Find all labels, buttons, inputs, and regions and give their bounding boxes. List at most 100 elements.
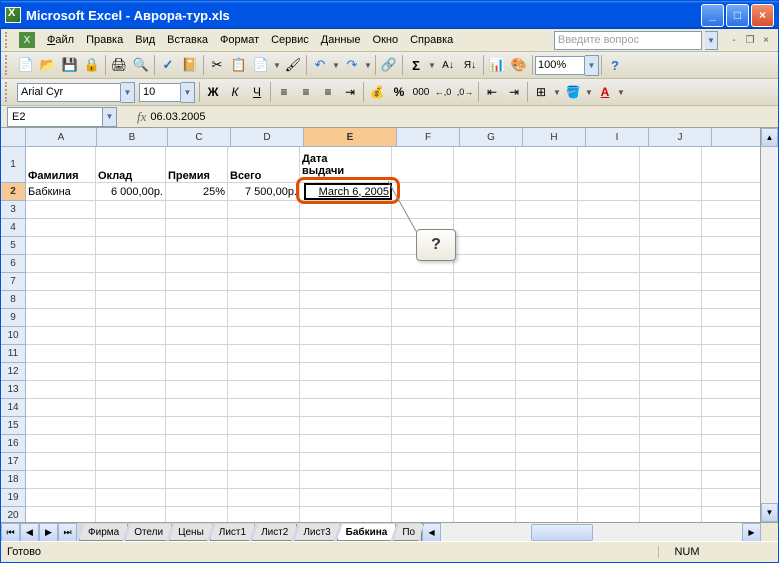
cell[interactable]	[516, 183, 578, 200]
cell[interactable]	[96, 381, 166, 398]
cell[interactable]	[228, 255, 300, 272]
row-header[interactable]: 12	[1, 363, 25, 381]
cell[interactable]	[578, 471, 640, 488]
cell[interactable]	[392, 273, 454, 290]
italic-button[interactable]: К	[224, 81, 246, 103]
cell[interactable]	[166, 435, 228, 452]
cell[interactable]	[392, 291, 454, 308]
cell[interactable]	[228, 363, 300, 380]
tab-nav-next[interactable]: ▶	[39, 523, 58, 542]
cell[interactable]	[166, 417, 228, 434]
cell[interactable]	[26, 309, 96, 326]
cell[interactable]	[516, 147, 578, 182]
cell[interactable]	[578, 489, 640, 506]
cell[interactable]	[578, 309, 640, 326]
cell[interactable]	[392, 183, 454, 200]
row-header[interactable]: 18	[1, 471, 25, 489]
col-header[interactable]: D	[231, 128, 304, 146]
cell[interactable]	[392, 255, 454, 272]
name-box[interactable]: E2	[7, 107, 103, 127]
open-button[interactable]: 📂	[37, 54, 59, 76]
redo-button[interactable]: ↷	[341, 54, 363, 76]
cell[interactable]	[228, 417, 300, 434]
cell[interactable]: Фамилия	[26, 147, 96, 182]
cell[interactable]	[26, 381, 96, 398]
sheet-tab[interactable]: Цены	[169, 524, 213, 541]
select-all-corner[interactable]	[1, 128, 25, 147]
cell[interactable]	[454, 147, 516, 182]
cell[interactable]	[454, 219, 516, 236]
cell[interactable]	[454, 363, 516, 380]
cell[interactable]	[640, 291, 702, 308]
row-header[interactable]: 6	[1, 255, 25, 273]
borders-dropdown[interactable]: ▼	[552, 88, 562, 97]
cell[interactable]	[166, 219, 228, 236]
cell[interactable]	[228, 309, 300, 326]
cell[interactable]	[26, 453, 96, 470]
row-header[interactable]: 11	[1, 345, 25, 363]
cell[interactable]	[392, 489, 454, 506]
cell[interactable]	[392, 327, 454, 344]
fill-dropdown[interactable]: ▼	[584, 88, 594, 97]
cell[interactable]	[228, 453, 300, 470]
cell[interactable]	[96, 255, 166, 272]
cell[interactable]	[640, 417, 702, 434]
col-header[interactable]: H	[523, 128, 586, 146]
cell[interactable]	[640, 273, 702, 290]
cell[interactable]	[516, 255, 578, 272]
row-header[interactable]: 10	[1, 327, 25, 345]
cell[interactable]	[516, 237, 578, 254]
format-painter-button[interactable]: 🖌	[282, 54, 304, 76]
cell[interactable]	[26, 363, 96, 380]
cell[interactable]	[454, 381, 516, 398]
row-header[interactable]: 19	[1, 489, 25, 507]
cell[interactable]	[516, 417, 578, 434]
size-box[interactable]: 10	[139, 83, 181, 102]
row-header[interactable]: 2	[1, 183, 25, 201]
cell[interactable]	[228, 201, 300, 218]
menu-window[interactable]: Окно	[367, 32, 405, 48]
col-header[interactable]: C	[168, 128, 231, 146]
cell[interactable]	[228, 237, 300, 254]
merge-center-button[interactable]: ⇥	[339, 81, 361, 103]
tab-nav-first[interactable]: ⏮	[1, 523, 20, 542]
cell[interactable]	[392, 363, 454, 380]
cell[interactable]	[166, 507, 228, 522]
row-header[interactable]: 8	[1, 291, 25, 309]
cell[interactable]	[96, 363, 166, 380]
cell[interactable]	[578, 399, 640, 416]
col-header[interactable]: A	[26, 128, 97, 146]
cell[interactable]	[640, 453, 702, 470]
cell[interactable]	[516, 363, 578, 380]
cell[interactable]	[228, 327, 300, 344]
comma-button[interactable]: 000	[410, 81, 432, 103]
cell[interactable]	[96, 309, 166, 326]
autosum-button[interactable]: Σ	[405, 54, 427, 76]
cell[interactable]	[454, 309, 516, 326]
cell[interactable]	[392, 471, 454, 488]
cell[interactable]	[300, 273, 392, 290]
doc-close[interactable]: ×	[758, 33, 774, 47]
row-header[interactable]: 4	[1, 219, 25, 237]
cell[interactable]	[228, 273, 300, 290]
percent-button[interactable]: %	[388, 81, 410, 103]
cell[interactable]	[166, 291, 228, 308]
col-header[interactable]: F	[397, 128, 460, 146]
cell[interactable]	[640, 309, 702, 326]
cell[interactable]	[96, 201, 166, 218]
cell[interactable]	[392, 345, 454, 362]
autosum-dropdown[interactable]: ▼	[427, 61, 437, 70]
sheet-tab[interactable]: Фирма	[79, 524, 128, 541]
cell[interactable]	[300, 201, 392, 218]
cell[interactable]: Бабкина	[26, 183, 96, 200]
cell[interactable]	[228, 507, 300, 522]
cell[interactable]	[516, 273, 578, 290]
cell[interactable]	[454, 201, 516, 218]
cell[interactable]	[26, 471, 96, 488]
copy-button[interactable]: 📋	[228, 54, 250, 76]
menu-edit[interactable]: Правка	[80, 32, 129, 48]
cell[interactable]	[640, 507, 702, 522]
font-dropdown[interactable]: ▼	[121, 82, 135, 103]
cell[interactable]	[300, 345, 392, 362]
cell[interactable]: 6 000,00р.	[96, 183, 166, 200]
